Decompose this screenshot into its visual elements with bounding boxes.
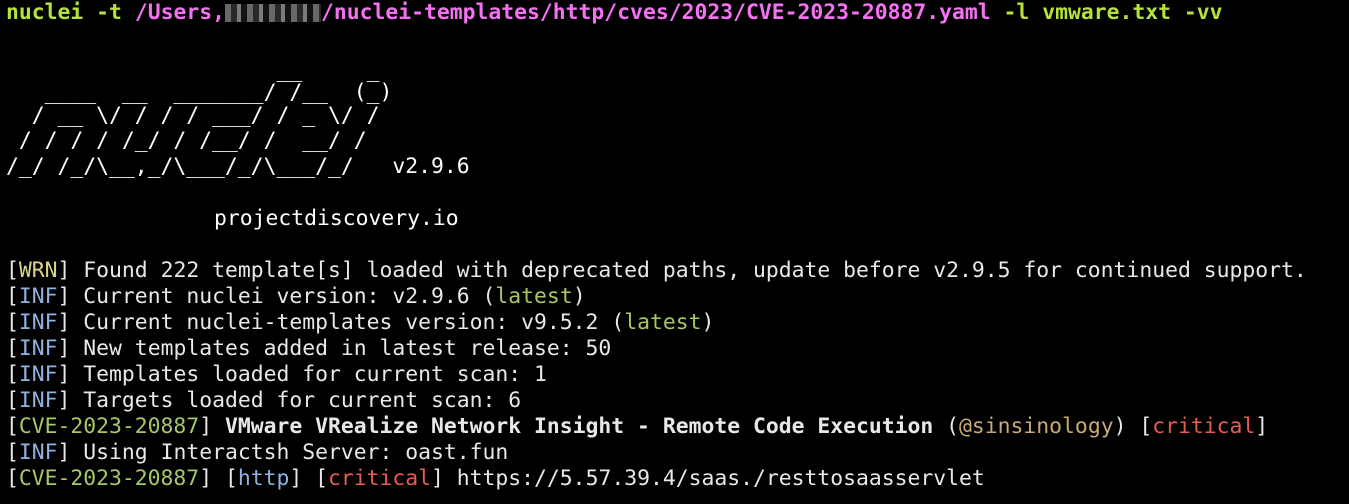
redacted-username (224, 4, 321, 22)
inf-tag: INF (18, 284, 58, 309)
inf-tag: INF (18, 440, 58, 465)
wrn-message: Found 222 template[s] loaded with deprec… (83, 258, 1307, 283)
result-protocol: http (237, 466, 290, 491)
log-result: [CVE-2023-20887] [http] [critical] https… (6, 466, 985, 491)
command-path-prefix: /Users, (134, 0, 225, 25)
nuclei-version-text: Current nuclei version: v2.9.6 (83, 284, 470, 309)
command-list-file: vmware.txt (1042, 0, 1171, 25)
banner-line-3: / __ \/ / / / ___/ / _ \/ / (6, 103, 380, 128)
inf-tag: INF (18, 310, 58, 335)
banner-line-4: / / / / /_/ / /__/ / __/ / (6, 128, 367, 153)
interactsh-text: Using Interactsh Server: oast.fun (83, 440, 509, 465)
command-flag-l: -l (1003, 0, 1030, 25)
banner-site: projectdiscovery.io (214, 206, 459, 231)
log-new-templates: [INF] New templates added in latest rele… (6, 336, 612, 361)
log-targets-loaded: [INF] Targets loaded for current scan: 6 (6, 388, 522, 413)
log-cve-info: [CVE-2023-20887] VMware VRealize Network… (6, 414, 1269, 439)
log-interactsh: [INF] Using Interactsh Server: oast.fun (6, 440, 509, 465)
latest-badge: latest (495, 284, 573, 309)
severity-badge: critical (1152, 414, 1256, 439)
command-flag-v: -vv (1183, 0, 1223, 25)
inf-tag: INF (18, 336, 58, 361)
command-program: nuclei (6, 0, 84, 25)
command-path-suffix: /nuclei-templates/http/cves/2023/CVE-202… (320, 0, 991, 25)
templates-version-text: Current nuclei-templates version: v9.5.2 (83, 310, 599, 335)
terminal-window[interactable]: nuclei -t /Users, /nuclei-templates/http/… (6, 0, 1346, 504)
banner-line-5-art: /_/ /_/\__,_/\___/_/\___/_/ (6, 154, 393, 179)
new-templates-text: New templates added in latest release: 5… (83, 336, 612, 361)
log-nuclei-version: [INF] Current nuclei version: v2.9.6 (la… (6, 284, 586, 309)
log-templates-loaded: [INF] Templates loaded for current scan:… (6, 362, 547, 387)
result-severity: critical (327, 466, 432, 491)
result-cve-id: CVE-2023-20887 (18, 466, 200, 491)
result-url[interactable]: https://5.57.39.4/saas./resttosaasservle… (457, 466, 985, 491)
inf-tag: INF (18, 388, 58, 413)
inf-tag: INF (18, 362, 58, 387)
log-warning: [WRN] Found 222 template[s] loaded with … (6, 258, 1307, 283)
cve-author: @sinsinology (959, 414, 1114, 439)
command-flag-t: -t (96, 0, 122, 25)
wrn-tag: WRN (18, 258, 58, 283)
cve-id: CVE-2023-20887 (18, 414, 200, 439)
latest-badge: latest (624, 310, 702, 335)
targets-loaded-text: Targets loaded for current scan: 6 (83, 388, 522, 413)
templates-loaded-text: Templates loaded for current scan: 1 (83, 362, 547, 387)
banner-line-5: /_/ /_/\__,_/\___/_/\___/_/ v2.9.6 (6, 154, 470, 180)
banner-version: v2.9.6 (392, 154, 470, 179)
cve-title: VMware VRealize Network Insight - Remote… (224, 414, 934, 439)
command-line: nuclei -t /Users, /nuclei-templates/http/… (6, 0, 1223, 26)
log-templates-version: [INF] Current nuclei-templates version: … (6, 310, 715, 335)
